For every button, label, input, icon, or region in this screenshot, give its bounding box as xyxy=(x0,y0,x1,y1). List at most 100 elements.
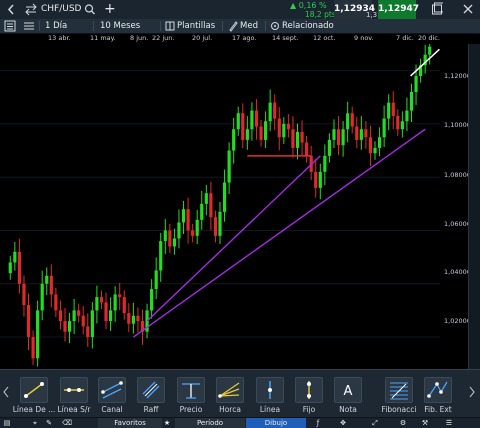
candle-body xyxy=(282,123,286,138)
candle-body xyxy=(300,131,304,143)
related-button[interactable]: Relacionado xyxy=(282,19,334,33)
candle-body xyxy=(263,121,268,140)
candle-body xyxy=(245,129,249,140)
candle-body xyxy=(122,297,126,314)
date-label: 20 jul. xyxy=(192,34,213,42)
draw-icon xyxy=(228,19,238,33)
fixed-line-icon xyxy=(295,377,323,403)
side-panel[interactable] xyxy=(468,44,480,369)
candle-body xyxy=(323,155,327,172)
date-label: 7 dic. xyxy=(396,34,414,42)
candle-body xyxy=(377,137,382,148)
tool-fib-extension[interactable]: Fib. Ext xyxy=(415,374,461,418)
candle-body xyxy=(314,171,318,188)
window-icon[interactable] xyxy=(431,0,444,19)
list-icon[interactable] xyxy=(23,19,35,33)
candle-body xyxy=(295,131,300,148)
chart-toolbar: 1 Día 10 Meses Plantillas Med Relacionad… xyxy=(0,19,480,34)
candle-body xyxy=(108,310,113,322)
related-icon xyxy=(270,19,280,33)
candle-body xyxy=(254,110,259,127)
candle-body xyxy=(259,126,263,140)
candle-body xyxy=(131,315,135,324)
candle-body xyxy=(104,302,108,322)
tool-note[interactable]: A Nota xyxy=(325,374,371,418)
candle-body xyxy=(305,142,309,156)
candle-body xyxy=(58,310,63,322)
candle-body xyxy=(13,251,17,263)
menu-icon[interactable] xyxy=(4,19,16,33)
ask-price[interactable]: 1,12947 xyxy=(378,0,419,19)
candle-body xyxy=(127,313,131,324)
candle-body xyxy=(31,337,35,359)
candle-body xyxy=(273,102,277,119)
top-bar: CHF/USD + ▲ 0,16 % 18,2 pts 1,12934 1,3 … xyxy=(0,0,480,20)
candle-body xyxy=(355,126,359,140)
instrument-swap-icon[interactable] xyxy=(24,0,38,19)
candle-body xyxy=(428,46,432,55)
candle-body xyxy=(26,305,31,338)
candle-body xyxy=(227,150,231,183)
scroll-right-icon[interactable] xyxy=(468,384,476,398)
date-label: 14 sept. xyxy=(272,34,299,42)
date-label: 9 nov. xyxy=(354,34,374,42)
candle-body xyxy=(318,171,322,188)
candle-body xyxy=(286,123,290,130)
candle-body xyxy=(236,113,240,130)
candle-body xyxy=(336,129,341,146)
fib-extension-icon xyxy=(424,377,452,403)
instrument-name[interactable]: CHF/USD xyxy=(41,0,82,19)
back-icon[interactable] xyxy=(5,0,17,19)
price-chart[interactable] xyxy=(0,44,440,369)
candle-body xyxy=(218,211,222,236)
date-label: 17 ago. xyxy=(232,34,257,42)
candle-body xyxy=(346,113,350,130)
close-icon[interactable] xyxy=(462,0,474,19)
candle-body xyxy=(341,129,345,146)
raff-icon xyxy=(137,377,165,403)
candle-body xyxy=(191,230,195,236)
templates-button[interactable]: Plantillas xyxy=(177,19,215,33)
candle-body xyxy=(90,310,94,338)
candle-body xyxy=(118,294,122,298)
date-axis: 13 abr. 11 may. 8 jun. 22 jun. 20 jul. 1… xyxy=(0,34,480,44)
candle-body xyxy=(163,230,167,242)
drawing-toolbar: Línea De ... Línea S/r Canal Raff Precio… xyxy=(0,369,480,418)
search-icon[interactable] xyxy=(84,0,96,19)
candle-body xyxy=(54,294,58,311)
candle-body xyxy=(113,294,117,311)
date-label: 8 jun. xyxy=(130,34,149,42)
candle-body xyxy=(150,289,154,311)
candle-body xyxy=(86,326,90,338)
range-select[interactable]: 10 Meses xyxy=(100,19,140,33)
candle-body xyxy=(332,129,336,140)
candle-body xyxy=(209,193,213,218)
date-label: 13 abr. xyxy=(48,34,71,42)
up-arrow-icon: ▲ xyxy=(290,1,297,10)
scroll-left-icon[interactable] xyxy=(3,384,9,398)
candle-body xyxy=(17,251,21,284)
candle-body xyxy=(67,321,72,332)
note-icon: A xyxy=(334,377,362,403)
candle-body xyxy=(195,219,199,236)
tool-label: Nota xyxy=(339,405,357,414)
bottom-bar: ▤ ⌖ ✎ ⌫ Favoritos ★ Período Dibujo ƒ ✥ ⤢… xyxy=(0,417,480,428)
trend-line xyxy=(132,128,426,338)
candle-body xyxy=(382,118,386,138)
candle-body xyxy=(277,118,281,138)
candle-body xyxy=(40,283,44,311)
date-label: 11 may. xyxy=(90,34,116,42)
candle-body xyxy=(159,241,163,271)
candle-body xyxy=(95,297,99,311)
tool-label: Fib. Ext xyxy=(424,405,452,414)
candle-body xyxy=(36,310,40,359)
med-button[interactable]: Med xyxy=(240,19,258,33)
period-select[interactable]: 1 Día xyxy=(45,19,67,33)
templates-icon xyxy=(165,19,175,33)
vertical-line-icon xyxy=(256,377,284,403)
candle-body xyxy=(204,193,208,204)
add-button[interactable]: + xyxy=(104,0,116,19)
candle-body xyxy=(232,129,236,151)
candle-body xyxy=(387,102,391,119)
candle-body xyxy=(154,270,158,290)
